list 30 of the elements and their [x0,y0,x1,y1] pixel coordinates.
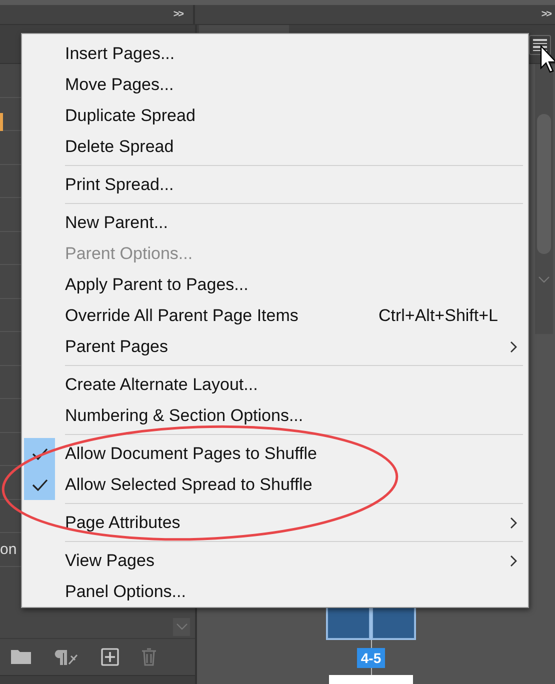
menu-item[interactable]: Create Alternate Layout... [22,369,528,400]
folder-icon[interactable] [11,649,31,664]
menu-item[interactable]: Allow Document Pages to Shuffle [22,438,528,469]
dropdown-button[interactable] [173,618,190,636]
menu-item[interactable]: Panel Options... [22,576,528,607]
add-icon[interactable] [101,648,119,666]
menu-item[interactable]: Parent Pages [22,331,528,362]
trash-icon[interactable] [141,648,157,666]
collapse-button[interactable]: >> [541,9,551,20]
menu-item[interactable]: New Parent... [22,207,528,238]
chevron-down-icon [176,623,188,630]
collapse-button[interactable]: >> [173,9,183,20]
panel-menu-button[interactable] [529,35,551,55]
menu-item[interactable]: Print Spread... [22,169,528,200]
page-thumbnail[interactable] [329,675,413,684]
menu-item[interactable]: Allow Selected Spread to Shuffle [22,469,528,500]
layer-name: on [0,540,17,558]
paragraph-icon[interactable] [53,648,79,664]
menu-item[interactable]: Duplicate Spread [22,100,528,131]
menu-item[interactable]: Delete Spread [22,131,528,162]
menu-item[interactable]: View Pages [22,545,528,576]
menu-item[interactable]: Override All Parent Page Items Ctrl+Alt+Shift+L [22,300,528,331]
menu-item[interactable]: Apply Parent to Pages... [22,269,528,300]
spread-number: 4-5 [356,648,386,668]
menu-item[interactable]: Insert Pages... [22,38,528,69]
cursor-icon [540,45,555,73]
menu-item[interactable]: Move Pages... [22,69,528,100]
menu-item[interactable]: Page Attributes [22,507,528,538]
menu-item[interactable]: Numbering & Section Options... [22,400,528,431]
layer-color-mark [0,113,3,131]
